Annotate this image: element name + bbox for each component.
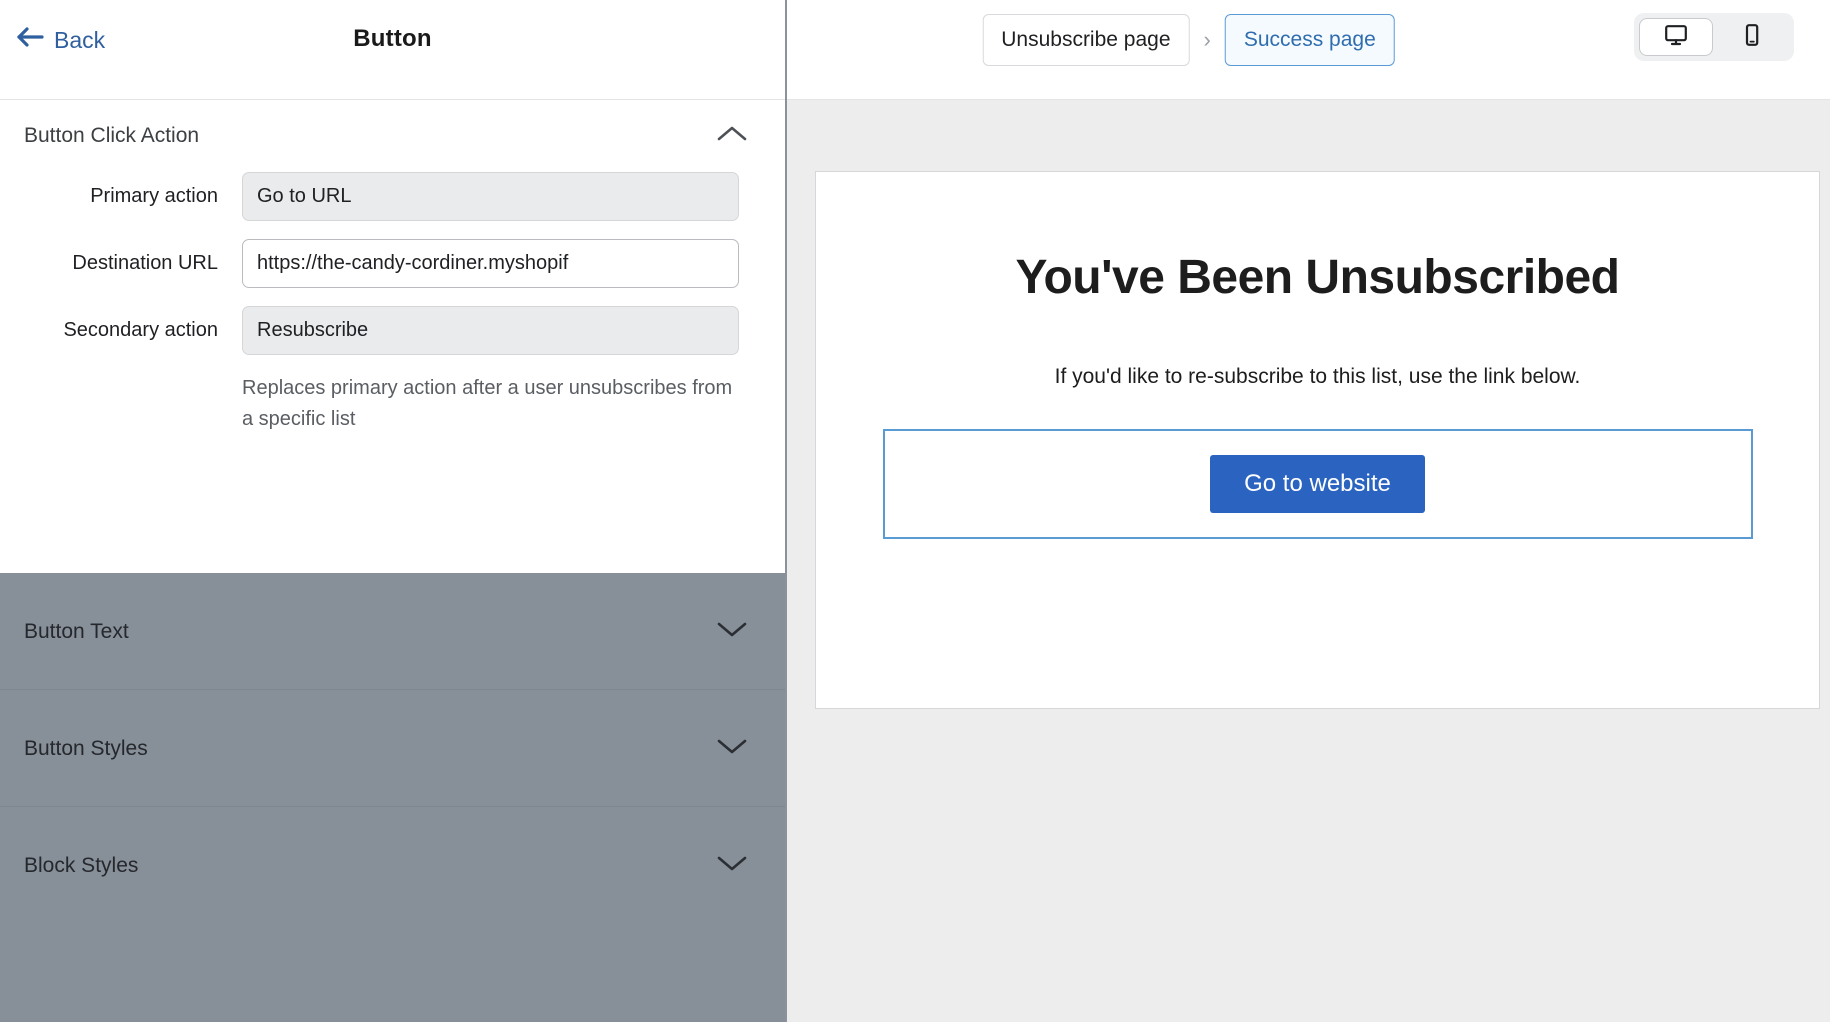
preview-subtext: If you'd like to re-subscribe to this li… (1055, 365, 1581, 389)
secondary-action-select[interactable]: Resubscribe (242, 306, 739, 355)
destination-url-label: Destination URL (0, 252, 242, 275)
chevron-down-icon[interactable] (715, 618, 749, 645)
section-button-click-action-title: Button Click Action (24, 124, 199, 148)
mobile-view-button[interactable] (1715, 18, 1789, 56)
email-preview-card: You've Been Unsubscribed If you'd like t… (815, 171, 1820, 709)
section-block-styles-header[interactable]: Block Styles (0, 807, 785, 924)
field-row-secondary-action: Secondary action Resubscribe (0, 306, 785, 355)
settings-panel: Back Button Button Click Action Primary … (0, 0, 787, 1022)
secondary-action-label: Secondary action (0, 319, 242, 342)
preview-canvas: You've Been Unsubscribed If you'd like t… (787, 100, 1830, 1022)
section-button-click-action-header[interactable]: Button Click Action (0, 100, 785, 172)
preview-toolbar: Unsubscribe page › Success page (787, 0, 1830, 100)
secondary-action-help-text: Replaces primary action after a user uns… (242, 373, 785, 435)
desktop-view-button[interactable] (1639, 18, 1713, 56)
section-button-text: Button Text (0, 573, 785, 690)
breadcrumb: Unsubscribe page › Success page (982, 14, 1395, 66)
preview-heading: You've Been Unsubscribed (1015, 250, 1619, 305)
phone-icon (1740, 23, 1764, 52)
panel-title: Button (0, 25, 785, 53)
selected-button-block[interactable]: Go to website (883, 429, 1753, 539)
chevron-up-icon[interactable] (715, 123, 749, 150)
panel-header: Back Button (0, 0, 785, 100)
breadcrumb-item-unsubscribe-page[interactable]: Unsubscribe page (982, 14, 1189, 66)
chevron-down-icon[interactable] (715, 852, 749, 879)
device-toggle-group (1634, 13, 1794, 61)
breadcrumb-item-success-page[interactable]: Success page (1225, 14, 1395, 66)
monitor-icon (1664, 23, 1688, 52)
field-row-primary-action: Primary action Go to URL (0, 172, 785, 221)
app-root: Back Button Button Click Action Primary … (0, 0, 1830, 1022)
section-button-styles: Button Styles (0, 690, 785, 807)
destination-url-input[interactable]: https://the-candy-cordiner.myshopif (242, 239, 739, 288)
section-button-text-header[interactable]: Button Text (0, 573, 785, 690)
section-button-styles-title: Button Styles (24, 737, 148, 761)
section-block-styles-title: Block Styles (24, 854, 138, 878)
section-button-click-action: Button Click Action Primary action Go to… (0, 100, 785, 477)
section-button-click-action-body: Primary action Go to URL Destination URL… (0, 172, 785, 477)
chevron-right-icon: › (1204, 27, 1211, 53)
section-button-styles-header[interactable]: Button Styles (0, 690, 785, 807)
preview-pane: Unsubscribe page › Success page (787, 0, 1830, 1022)
section-button-text-title: Button Text (24, 620, 129, 644)
primary-action-select[interactable]: Go to URL (242, 172, 739, 221)
collapsed-sections-overlay: Button Text Button Styles (0, 573, 785, 1022)
primary-action-label: Primary action (0, 185, 242, 208)
section-block-styles: Block Styles (0, 807, 785, 924)
field-row-destination-url: Destination URL https://the-candy-cordin… (0, 239, 785, 288)
chevron-down-icon[interactable] (715, 735, 749, 762)
go-to-website-button[interactable]: Go to website (1210, 455, 1425, 513)
